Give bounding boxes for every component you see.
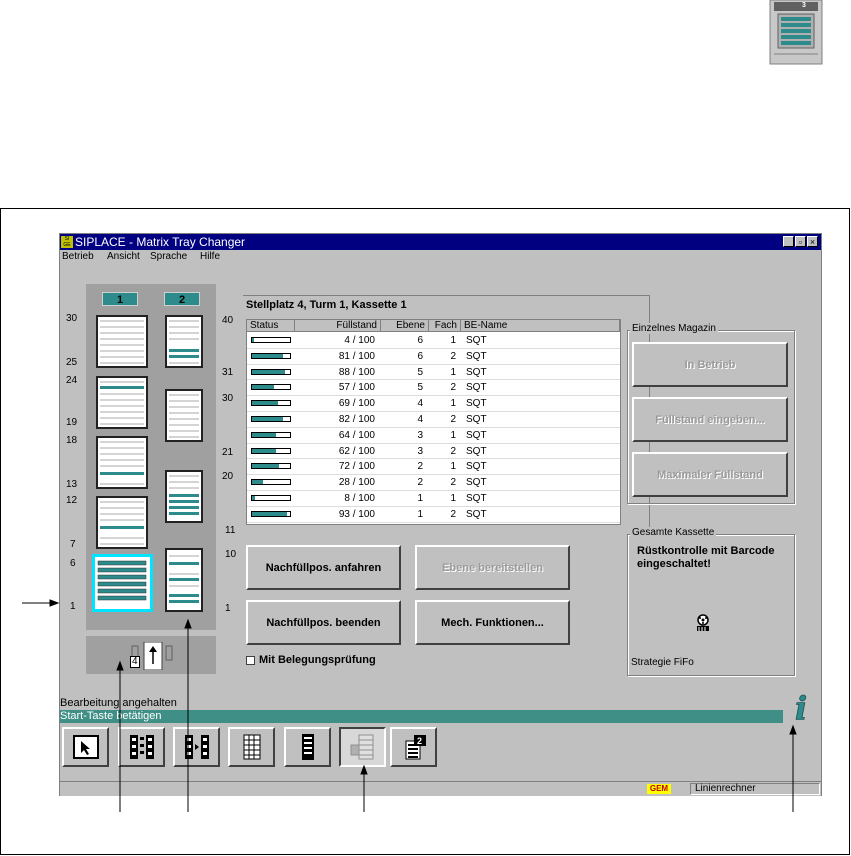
annotation-arrows	[22, 599, 797, 812]
